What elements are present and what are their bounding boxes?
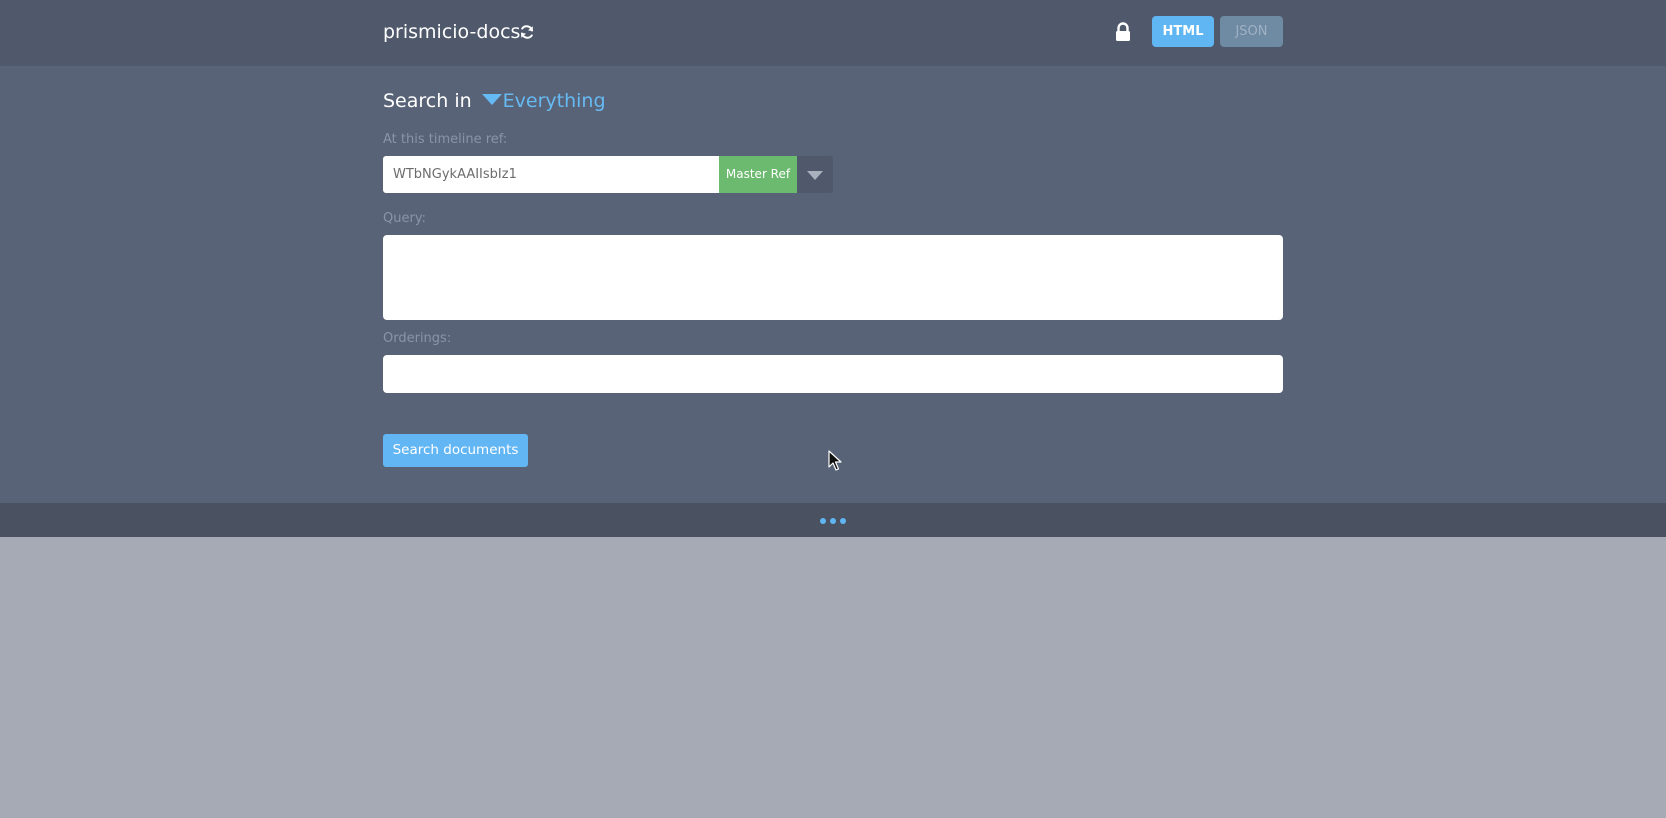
ref-input[interactable]: [383, 156, 719, 193]
ref-dropdown-toggle[interactable]: [797, 156, 833, 193]
query-label: Query:: [383, 211, 426, 226]
expand-handle-icon[interactable]: [820, 518, 846, 524]
results-area: [0, 537, 1666, 818]
refresh-icon[interactable]: [519, 24, 535, 40]
app-title: prismicio-docs: [383, 21, 521, 43]
top-bar: prismicio-docs HTML JSON: [0, 0, 1666, 66]
lock-icon[interactable]: [1114, 22, 1132, 42]
search-heading-prefix: Search in: [383, 90, 472, 112]
dot-icon: [840, 518, 846, 524]
orderings-label: Orderings:: [383, 331, 452, 346]
chevron-down-icon: [807, 171, 823, 180]
orderings-input[interactable]: [383, 355, 1283, 393]
json-format-button[interactable]: JSON: [1220, 16, 1283, 47]
caret-down-icon: [481, 94, 502, 105]
scope-dropdown[interactable]: Everything: [481, 88, 606, 114]
master-ref-button[interactable]: Master Ref: [719, 156, 797, 193]
mouse-cursor-icon: [828, 450, 842, 471]
query-input[interactable]: [383, 235, 1283, 320]
html-format-button[interactable]: HTML: [1152, 16, 1214, 47]
search-heading: Search in Everything: [383, 88, 606, 114]
dot-icon: [820, 518, 826, 524]
search-documents-button[interactable]: Search documents: [383, 434, 528, 467]
dot-icon: [830, 518, 836, 524]
scope-label: Everything: [502, 90, 606, 112]
ref-label: At this timeline ref:: [383, 132, 508, 147]
